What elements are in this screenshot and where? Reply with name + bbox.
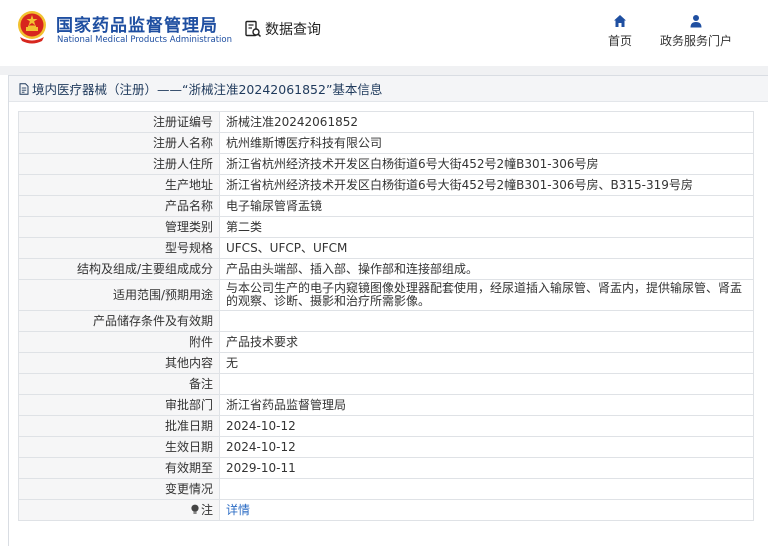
field-label: 附件 (18, 331, 220, 353)
note-label: 注 (200, 503, 213, 517)
field-value (219, 478, 754, 500)
field-value: 详情 (219, 499, 754, 521)
nav-portal-label: 政务服务门户 (660, 34, 733, 48)
field-label: 管理类别 (18, 216, 220, 238)
table-row: 批准日期 2024-10-12 (18, 415, 754, 437)
table-row: 生产地址 浙江省杭州经济技术开发区白杨街道6号大街452号2幢B301-306号房… (18, 174, 754, 196)
field-label: 有效期至 (18, 457, 220, 479)
field-value: 浙江省药品监督管理局 (219, 394, 754, 416)
field-value: 产品由头端部、插入部、操作部和连接部组成。 (219, 258, 754, 280)
field-label: 生效日期 (18, 436, 220, 458)
field-label: 结构及组成/主要组成成分 (18, 258, 220, 280)
table-row: 有效期至 2029-10-11 (18, 457, 754, 479)
field-label: 批准日期 (18, 415, 220, 437)
table-row: 注册人名称 杭州维斯博医疗科技有限公司 (18, 132, 754, 154)
field-label: 适用范围/预期用途 (18, 279, 220, 311)
nav-home-label: 首页 (608, 34, 633, 48)
field-value: 电子输尿管肾盂镜 (219, 195, 754, 217)
lightbulb-icon (191, 504, 199, 514)
table-row: 产品名称 电子输尿管肾盂镜 (18, 195, 754, 217)
details-link[interactable]: 详情 (226, 503, 250, 517)
field-label: 其他内容 (18, 352, 220, 374)
field-value: 2024-10-12 (219, 436, 754, 458)
data-query-label: 数据查询 (265, 22, 321, 38)
field-label: 型号规格 (18, 237, 220, 259)
panel-heading-text: 境内医疗器械（注册）——“浙械注准20242061852”基本信息 (32, 82, 383, 97)
table-row: 产品储存条件及有效期 (18, 310, 754, 332)
field-value (219, 373, 754, 395)
field-value (219, 310, 754, 332)
table-row: 审批部门 浙江省药品监督管理局 (18, 394, 754, 416)
table-row: 附件 产品技术要求 (18, 331, 754, 353)
table-row: 适用范围/预期用途 与本公司生产的电子内窥镜图像处理器配套使用，经尿道插入输尿管、… (18, 279, 754, 311)
national-emblem-icon (18, 11, 46, 44)
field-label: 备注 (18, 373, 220, 395)
header-divider (0, 66, 768, 75)
document-search-icon (245, 20, 262, 38)
site-title-english: National Medical Products Administration (57, 35, 232, 45)
table-row: 管理类别 第二类 (18, 216, 754, 238)
table-row: 备注 (18, 373, 754, 395)
nav-portal[interactable]: 政务服务门户 (660, 14, 732, 49)
user-icon (690, 15, 702, 28)
field-value: 2024-10-12 (219, 415, 754, 437)
data-query-link[interactable]: 数据查询 (244, 19, 321, 39)
field-label: 注册人名称 (18, 132, 220, 154)
table-row: 注册证编号 浙械注准20242061852 (18, 111, 754, 133)
field-label: 审批部门 (18, 394, 220, 416)
table-row: 变更情况 (18, 478, 754, 500)
field-label: 产品名称 (18, 195, 220, 217)
panel-heading: 境内医疗器械（注册）——“浙械注准20242061852”基本信息 (9, 76, 768, 102)
table-row: 其他内容无 (18, 352, 754, 374)
nav-home[interactable]: 首页 (608, 14, 632, 49)
site-title: 国家药品监督管理局 (56, 16, 218, 36)
field-value: 浙江省杭州经济技术开发区白杨街道6号大街452号2幢B301-306号房 (219, 153, 754, 175)
field-value: 与本公司生产的电子内窥镜图像处理器配套使用，经尿道插入输尿管、肾盂内，提供输尿管… (219, 279, 754, 311)
home-icon (614, 15, 626, 27)
table-row: 结构及组成/主要组成成分 产品由头端部、插入部、操作部和连接部组成。 (18, 258, 754, 280)
table-row: 型号规格 UFCS、UFCP、UFCM (18, 237, 754, 259)
table-row: 注册人住所 浙江省杭州经济技术开发区白杨街道6号大街452号2幢B301-306号… (18, 153, 754, 175)
table-row: 生效日期 2024-10-12 (18, 436, 754, 458)
field-label: 注册证编号 (18, 111, 220, 133)
field-value: 浙械注准20242061852 (219, 111, 754, 133)
field-label: 注册人住所 (18, 153, 220, 175)
field-label: 产品储存条件及有效期 (18, 310, 220, 332)
field-value: 浙江省杭州经济技术开发区白杨街道6号大街452号2幢B301-306号房、B31… (219, 174, 754, 196)
field-value: 无 (219, 352, 754, 374)
field-value: 产品技术要求 (219, 331, 754, 353)
field-value: UFCS、UFCP、UFCM (219, 237, 754, 259)
document-icon (19, 82, 29, 95)
field-label: 生产地址 (18, 174, 220, 196)
field-label: 变更情况 (18, 478, 220, 500)
table-row: 注 详情 (18, 499, 754, 521)
device-info-table: 注册证编号 浙械注准20242061852 注册人名称 杭州维斯博医疗科技有限公司 … (18, 111, 754, 521)
field-label-note: 注 (18, 499, 220, 521)
field-value: 杭州维斯博医疗科技有限公司 (219, 132, 754, 154)
field-value: 2029-10-11 (219, 457, 754, 479)
field-value: 第二类 (219, 216, 754, 238)
site-header: 国家药品监督管理局 National Medical Products Admi… (0, 0, 768, 66)
